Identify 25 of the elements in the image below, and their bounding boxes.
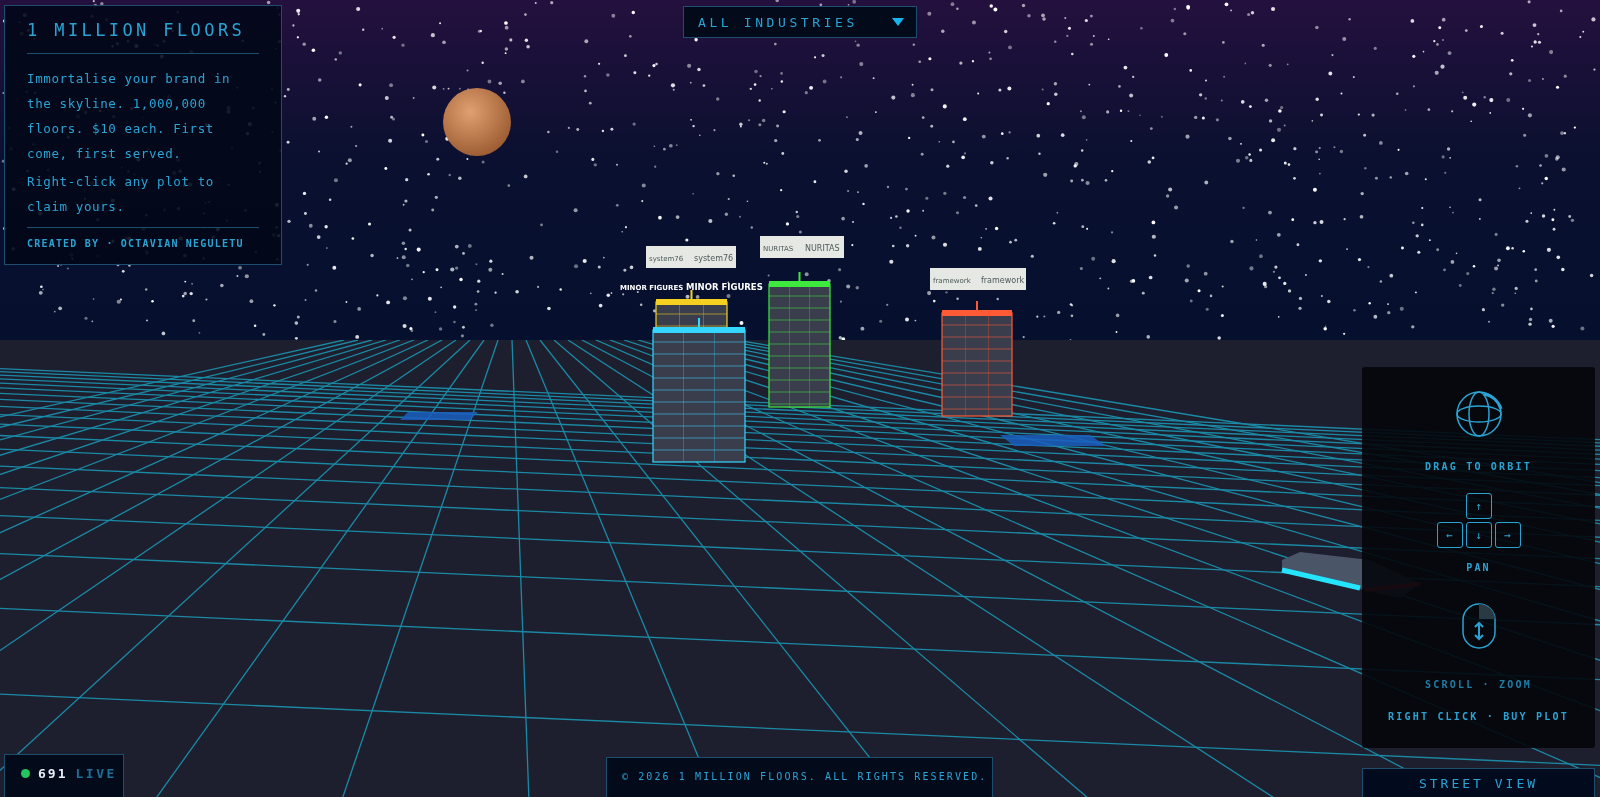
arrow-key[interactable]: → xyxy=(1494,522,1521,548)
globe-icon xyxy=(1453,389,1504,439)
sign-label: system76 xyxy=(694,254,734,263)
arrow-key[interactable]: ↑ xyxy=(1465,493,1492,519)
copyright-text: © 2026 1 MILLION FLOORS. ALL RIGHTS RESERVED. xyxy=(606,757,993,797)
mouse-icon xyxy=(1461,603,1496,649)
arrow-key[interactable]: ← xyxy=(1436,522,1463,548)
pan-hint: PAN xyxy=(1466,562,1491,573)
sign-label: framework xyxy=(981,276,1025,285)
live-label: LIVE xyxy=(75,766,117,781)
arrow-key[interactable]: ↓ xyxy=(1465,522,1492,548)
buy-hint: RIGHT CLICK · BUY PLOT xyxy=(1388,711,1569,722)
intro-text: Right-click any plot to claim yours. xyxy=(27,173,215,216)
sign-label: MINOR FIGURES xyxy=(686,282,763,292)
orbit-hint: DRAG TO ORBIT xyxy=(1425,461,1532,472)
app-title: 1 MILLION FLOORS xyxy=(27,20,259,54)
credit-text: CREATED BY · OCTAVIAN NEGULETU xyxy=(27,227,259,249)
street-view-button[interactable]: STREET VIEW xyxy=(1362,768,1595,797)
moon-drawing xyxy=(443,88,511,156)
caret-icon xyxy=(892,18,904,26)
industry-dropdown[interactable]: ALL INDUSTRIES xyxy=(683,6,917,38)
sign-label: NURITAS xyxy=(805,244,840,253)
live-count: 691 xyxy=(38,766,68,781)
zoom-hint: SCROLL · ZOOM xyxy=(1425,679,1532,690)
intro-text: Immortalise your brand in the skyline. 1,000,000 floors. $10 each. First come, first served. xyxy=(27,70,232,163)
